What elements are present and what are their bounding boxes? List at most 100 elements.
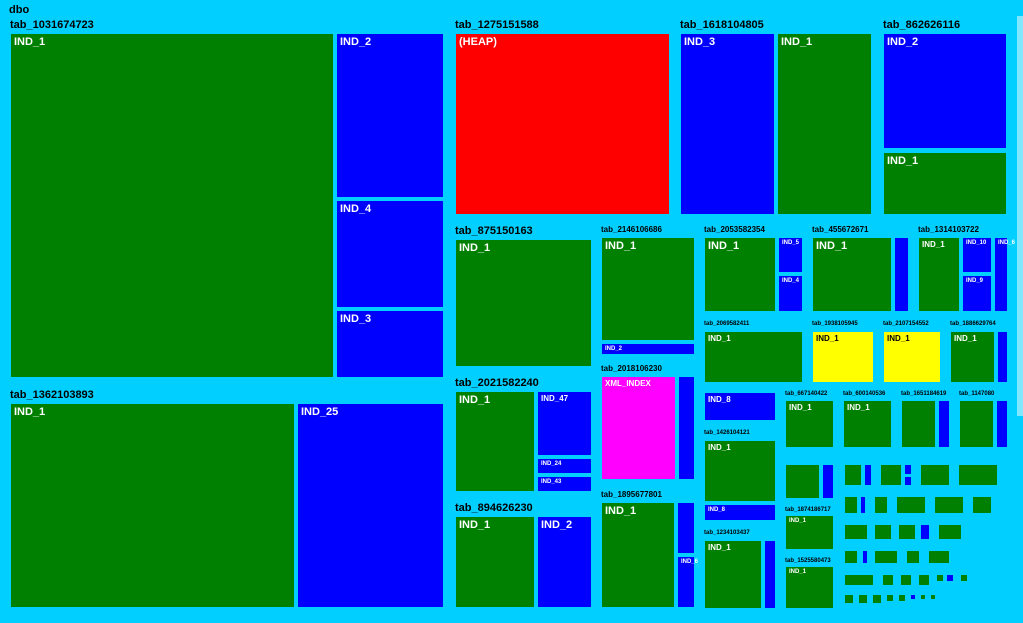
table-cell[interactable]: IND_8	[700, 388, 778, 423]
index-cell[interactable]: IND_8	[704, 504, 776, 521]
index-cell[interactable]	[960, 574, 968, 582]
index-cell[interactable]	[862, 550, 868, 564]
index-cell[interactable]: IND_1	[704, 237, 776, 312]
table-cell[interactable]: tab_667140422 IND_1	[781, 388, 836, 450]
index-cell[interactable]	[958, 464, 998, 486]
index-cell[interactable]	[930, 594, 936, 600]
index-cell[interactable]	[822, 464, 834, 499]
index-cell[interactable]	[898, 524, 916, 540]
index-cell[interactable]: IND_1	[704, 540, 762, 609]
index-cell[interactable]	[904, 476, 912, 486]
index-cell[interactable]	[844, 496, 858, 514]
index-cell[interactable]: IND_1	[812, 237, 892, 312]
index-cell[interactable]: IND_1	[10, 403, 295, 608]
table-cell[interactable]: tab_1874186717IND_1	[781, 504, 836, 552]
index-cell[interactable]	[972, 496, 992, 514]
index-cell[interactable]	[874, 496, 888, 514]
index-cell[interactable]	[872, 594, 882, 604]
index-cell[interactable]	[844, 524, 868, 540]
index-cell[interactable]	[844, 594, 854, 604]
table-cell[interactable]: tab_2021582240 IND_1 IND_47 IND_24 IND_4…	[451, 374, 594, 495]
index-cell[interactable]	[904, 464, 912, 475]
index-cell[interactable]: IND_1	[883, 331, 941, 383]
table-cell[interactable]: tab_2053582354 IND_1 IND_5 IND_4	[700, 222, 805, 314]
index-cell[interactable]	[844, 550, 858, 564]
table-cell[interactable]: tab_1275151588 (HEAP)	[451, 16, 672, 218]
index-cell[interactable]: IND_25	[297, 403, 444, 608]
table-cell[interactable]: tab_1426104121 IND_1 IND_8	[700, 427, 778, 523]
table-cell[interactable]: tab_1525580473IND_1	[781, 555, 836, 611]
index-cell[interactable]: IND_8	[704, 392, 776, 421]
index-cell[interactable]	[920, 524, 930, 540]
index-cell[interactable]: IND_4	[778, 275, 803, 312]
index-cell[interactable]: IND_1	[950, 331, 995, 383]
table-cell[interactable]: tab_1618104805 IND_3 IND_1	[676, 16, 875, 218]
index-cell[interactable]: IND_1	[704, 331, 803, 383]
table-cell[interactable]: tab_862626116 IND_2 IND_1	[879, 16, 1010, 218]
table-cell[interactable]: tab_455672671 IND_1	[808, 222, 911, 314]
index-cell[interactable]: IND_1	[918, 237, 960, 312]
index-cell[interactable]	[934, 496, 964, 514]
index-cell[interactable]: IND_3	[680, 33, 775, 215]
index-cell[interactable]: IND_2	[601, 343, 695, 355]
index-cell[interactable]: IND_4	[336, 200, 444, 308]
index-cell[interactable]	[996, 400, 1008, 448]
index-cell[interactable]	[678, 376, 695, 480]
index-cell[interactable]: IND_24	[537, 458, 592, 474]
index-cell[interactable]	[906, 550, 920, 564]
index-cell[interactable]: IND_47	[537, 391, 592, 456]
index-cell[interactable]: IND_43	[537, 476, 592, 492]
table-cell[interactable]: tab_1938105945 IND_1	[808, 318, 876, 385]
index-cell[interactable]	[764, 540, 776, 609]
index-cell[interactable]	[886, 594, 894, 602]
index-cell[interactable]	[900, 574, 912, 586]
index-cell[interactable]	[959, 400, 994, 448]
index-cell[interactable]	[844, 464, 862, 486]
scrollbar[interactable]	[1017, 16, 1023, 416]
index-cell[interactable]	[874, 524, 892, 540]
table-cell[interactable]	[781, 453, 836, 501]
index-cell[interactable]	[918, 574, 930, 586]
index-cell[interactable]: IND_5	[778, 237, 803, 273]
index-cell[interactable]	[785, 464, 820, 499]
index-cell[interactable]	[860, 496, 866, 514]
table-cell[interactable]: tab_2146106686 IND_1 IND_2	[597, 222, 697, 357]
index-cell[interactable]: IND_2	[883, 33, 1007, 149]
table-cell[interactable]: tab_2069582411 IND_1	[700, 318, 805, 385]
index-cell[interactable]	[858, 594, 868, 604]
index-cell[interactable]: IND_6	[994, 237, 1008, 312]
index-cell[interactable]: IND_3	[336, 310, 444, 378]
index-cell[interactable]	[946, 574, 954, 582]
table-cell[interactable]: tab_875150163 IND_1	[451, 222, 594, 370]
index-cell[interactable]	[920, 464, 950, 486]
index-cell[interactable]: (HEAP)	[455, 33, 670, 215]
table-cell[interactable]: tab_1886629764 IND_1	[946, 318, 1010, 385]
index-cell[interactable]: IND_1	[601, 237, 695, 341]
index-cell[interactable]: IND_1	[785, 400, 834, 448]
index-cell[interactable]: IND_1	[455, 239, 592, 367]
index-cell[interactable]	[894, 237, 909, 312]
table-cell[interactable]: tab_2107154552 IND_1	[879, 318, 943, 385]
index-cell[interactable]: IND_1	[455, 516, 535, 608]
index-cell[interactable]: IND_2	[537, 516, 592, 608]
index-cell[interactable]: IND_1	[777, 33, 872, 215]
index-cell[interactable]: IND_1	[455, 391, 535, 492]
table-cell[interactable]: tab_1314103722 IND_1 IND_10 IND_9 IND_6	[914, 222, 1010, 314]
index-cell[interactable]	[997, 331, 1008, 383]
index-cell[interactable]: IND_1	[785, 566, 834, 609]
table-cell[interactable]: tab_1895677801 IND_1 IND_6	[597, 487, 697, 611]
table-cell[interactable]: tab_1031674723 IND_1 IND_2 IND_4 IND_3	[6, 16, 447, 382]
index-cell[interactable]: IND_1	[704, 440, 776, 502]
index-cell[interactable]	[882, 574, 894, 586]
index-cell[interactable]	[910, 594, 916, 600]
index-cell[interactable]	[896, 496, 926, 514]
index-cell[interactable]	[938, 524, 962, 540]
table-cell[interactable]: tab_1234103437 IND_1	[700, 527, 778, 611]
table-cell[interactable]: tab_1362103893 IND_1 IND_25	[6, 386, 447, 611]
index-cell[interactable]: IND_1	[601, 502, 675, 608]
index-cell[interactable]: IND_1	[785, 515, 834, 550]
index-cell[interactable]	[874, 550, 898, 564]
index-cell[interactable]: IND_1	[883, 152, 1007, 215]
index-cell[interactable]: IND_6	[677, 556, 695, 608]
index-cell[interactable]	[844, 574, 874, 586]
